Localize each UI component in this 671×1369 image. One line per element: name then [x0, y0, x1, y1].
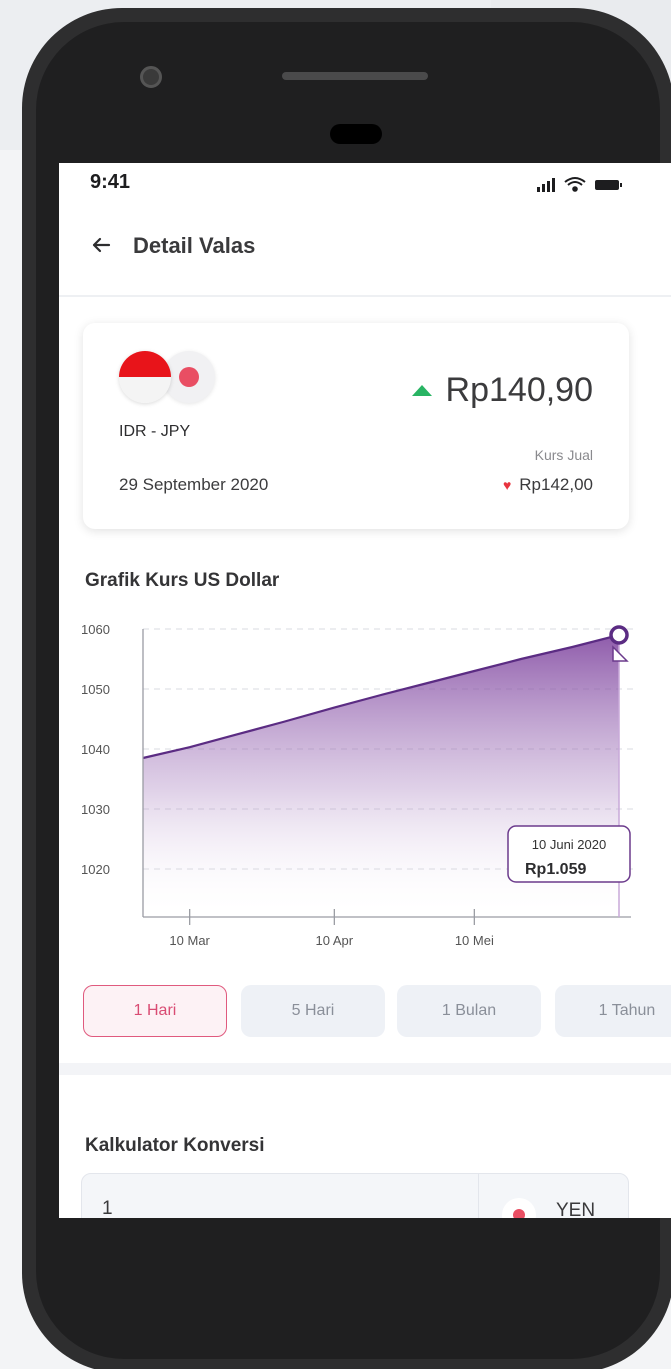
chart-tooltip: 10 Juni 2020 Rp1.059	[507, 825, 631, 883]
battery-icon	[595, 180, 622, 190]
highlight-point[interactable]	[609, 625, 629, 645]
tooltip-value: Rp1.059	[525, 861, 586, 878]
period-tab-1-bulan[interactable]: 1 Bulan	[397, 985, 541, 1037]
y-tick-label: 1050	[81, 682, 110, 697]
exchange-rate-chart[interactable]: 1060 1050 1040 1030 1020 10 Mar 10 Apr 10 Mei 1…	[59, 613, 671, 973]
sell-rate-label: Kurs Jual	[534, 447, 593, 463]
period-tab-5-hari[interactable]: 5 Hari	[241, 985, 385, 1037]
y-tick-label: 1030	[81, 802, 110, 817]
rate-card: IDR - JPY 29 September 2020 Rp140,90 Kur…	[83, 323, 629, 529]
section-divider	[59, 1063, 671, 1075]
calculator-divider	[478, 1174, 479, 1218]
sell-rate-value: Rp142,00	[519, 475, 593, 494]
status-bar: 9:41	[59, 163, 671, 203]
sell-rate: ♥ Rp142,00	[503, 475, 593, 495]
conversion-calculator: 1 YEN	[81, 1173, 629, 1218]
currency-selector[interactable]: YEN	[556, 1200, 595, 1218]
status-icons	[537, 177, 622, 192]
tooltip-date: 10 Juni 2020	[532, 837, 606, 852]
arrow-up-icon	[411, 385, 432, 396]
period-tabs: 1 Hari 5 Hari 1 Bulan 1 Tahun	[83, 985, 671, 1037]
japan-flag-small-icon	[502, 1198, 536, 1218]
back-arrow-icon[interactable]	[89, 233, 113, 257]
period-tab-1-tahun[interactable]: 1 Tahun	[555, 985, 671, 1037]
period-tab-1-hari[interactable]: 1 Hari	[83, 985, 227, 1037]
page-title: Detail Valas	[133, 233, 256, 258]
calculator-title: Kalkulator Konversi	[85, 1135, 265, 1156]
tooltip-pointer	[612, 645, 629, 662]
x-tick-label: 10 Mar	[169, 933, 210, 948]
x-tick-label: 10 Apr	[316, 933, 354, 948]
buy-rate-value: Rp140,90	[445, 371, 593, 409]
arrow-down-icon: ♥	[502, 477, 512, 493]
indonesia-flag-icon	[119, 351, 171, 403]
y-tick-label: 1060	[81, 622, 110, 637]
rate-date: 29 September 2020	[119, 475, 269, 494]
speaker-grille	[282, 72, 428, 80]
app-header: Detail Valas	[59, 203, 671, 297]
wifi-icon	[564, 177, 586, 192]
buy-rate: Rp140,90	[411, 371, 593, 410]
x-tick-label: 10 Mei	[455, 933, 494, 948]
currency-pair: IDR - JPY	[119, 423, 191, 440]
status-time: 9:41	[90, 171, 131, 193]
y-tick-label: 1020	[81, 862, 110, 877]
earpiece	[330, 124, 382, 144]
chart-title: Grafik Kurs US Dollar	[85, 570, 280, 591]
amount-input[interactable]: 1	[102, 1198, 113, 1218]
signal-icon	[537, 178, 555, 192]
app-screen: 9:41 Detail Valas IDR - JPY 29 September…	[59, 163, 671, 1218]
camera-icon	[140, 66, 162, 88]
y-tick-label: 1040	[81, 742, 110, 757]
